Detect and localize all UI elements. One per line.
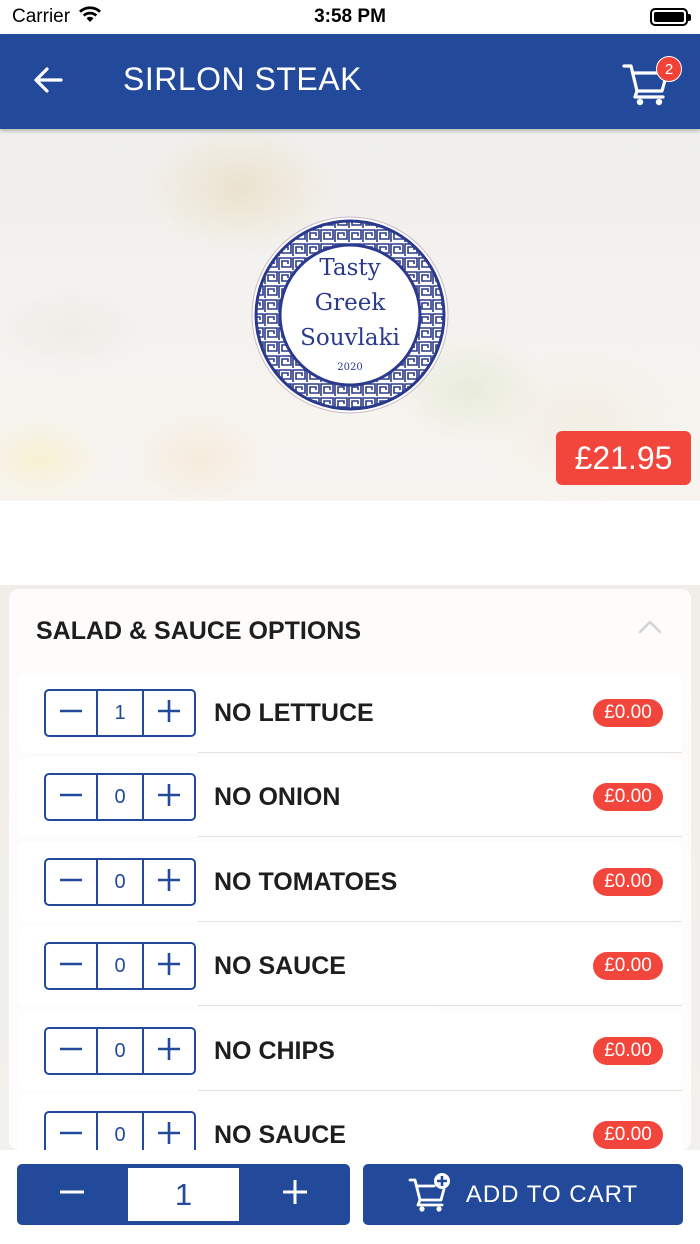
option-qty-stepper: 0 [44,773,196,821]
option-label: NO SAUCE [214,1121,346,1149]
carrier-label: Carrier [12,6,71,27]
wifi-icon [78,5,102,29]
minus-icon [57,1177,87,1212]
option-qty-stepper: 0 [44,1111,196,1150]
option-decrease-button[interactable] [46,775,96,819]
add-to-cart-button[interactable]: ADD TO CART [363,1164,683,1225]
plus-icon [156,782,182,813]
cart-count-badge: 2 [656,56,682,82]
minus-icon [58,782,84,813]
minus-icon [58,867,84,898]
option-label: NO CHIPS [214,1037,335,1065]
bottom-bar: 1 ADD TO CART [0,1150,700,1244]
row-divider [198,1090,682,1091]
option-qty-value: 0 [96,944,144,988]
option-row: 0 NO TOMATOES £0.00 [18,842,682,922]
quantity-decrease-button[interactable] [17,1164,127,1225]
row-divider [198,921,682,922]
option-decrease-button[interactable] [46,1113,96,1150]
option-label: NO ONION [214,783,341,811]
status-bar: Carrier 3:58 PM [0,0,700,34]
logo-year: 2020 [337,362,363,373]
add-to-cart-icon [408,1172,452,1217]
option-row: 0 NO ONION £0.00 [18,757,682,837]
option-qty-value: 0 [96,1029,144,1073]
option-qty-stepper: 1 [44,689,196,737]
item-price-badge: £21.95 [556,431,691,485]
logo-line-1: Tasty [319,255,381,281]
row-divider [198,1005,682,1006]
arrow-left-icon [33,66,63,98]
option-price-badge: £0.00 [593,699,663,727]
option-row: 0 NO SAUCE £0.00 [18,1095,682,1150]
plus-icon [156,867,182,898]
option-row: 0 NO SAUCE £0.00 [18,926,682,1006]
option-decrease-button[interactable] [46,1029,96,1073]
minus-icon [58,951,84,982]
plus-icon [156,1036,182,1067]
option-qty-value: 0 [96,860,144,904]
option-qty-stepper: 0 [44,1027,196,1075]
option-increase-button[interactable] [144,860,194,904]
plus-icon [156,698,182,729]
option-decrease-button[interactable] [46,944,96,988]
plus-icon [280,1177,310,1212]
cart-button[interactable]: 2 [622,56,682,112]
option-price-badge: £0.00 [593,783,663,811]
hero-banner: Tasty Greek Souvlaki 2020 £21.95 [0,129,700,501]
option-row: 1 NO LETTUCE £0.00 [18,673,682,753]
option-increase-button[interactable] [144,775,194,819]
restaurant-logo: Tasty Greek Souvlaki 2020 [250,215,450,415]
status-left: Carrier [12,5,102,29]
plus-icon [156,1120,182,1151]
option-price-badge: £0.00 [593,1121,663,1149]
option-price-badge: £0.00 [593,868,663,896]
option-increase-button[interactable] [144,691,194,735]
option-increase-button[interactable] [144,1113,194,1150]
options-section-title: SALAD & SAUCE OPTIONS [36,617,362,645]
chevron-up-icon[interactable] [637,617,663,637]
minus-icon [58,1036,84,1067]
minus-icon [58,698,84,729]
options-section: SALAD & SAUCE OPTIONS 1 NO LETTUCE £0.00 0 N… [9,589,691,1150]
option-row: 0 NO CHIPS £0.00 [18,1011,682,1091]
plus-icon [156,951,182,982]
option-price-badge: £0.00 [593,1037,663,1065]
quantity-increase-button[interactable] [240,1164,350,1225]
option-qty-value: 1 [96,691,144,735]
logo-line-2: Greek [314,290,386,316]
option-qty-value: 0 [96,1113,144,1150]
back-button[interactable] [28,62,68,102]
option-label: NO TOMATOES [214,868,398,896]
option-increase-button[interactable] [144,1029,194,1073]
option-label: NO LETTUCE [214,699,374,727]
add-to-cart-label: ADD TO CART [465,1180,639,1208]
quantity-stepper: 1 [17,1164,350,1225]
quantity-value[interactable]: 1 [128,1168,239,1221]
logo-line-3: Souvlaki [300,325,400,351]
option-price-badge: £0.00 [593,952,663,980]
status-time: 3:58 PM [314,6,386,27]
option-decrease-button[interactable] [46,691,96,735]
option-qty-value: 0 [96,775,144,819]
nav-bar: SIRLON STEAK 2 [0,34,700,129]
minus-icon [58,1120,84,1151]
battery-icon [650,8,691,26]
row-divider [198,836,682,837]
option-qty-stepper: 0 [44,858,196,906]
option-label: NO SAUCE [214,952,346,980]
option-qty-stepper: 0 [44,942,196,990]
option-decrease-button[interactable] [46,860,96,904]
row-divider [198,752,682,753]
page-title: SIRLON STEAK [123,61,362,97]
option-increase-button[interactable] [144,944,194,988]
